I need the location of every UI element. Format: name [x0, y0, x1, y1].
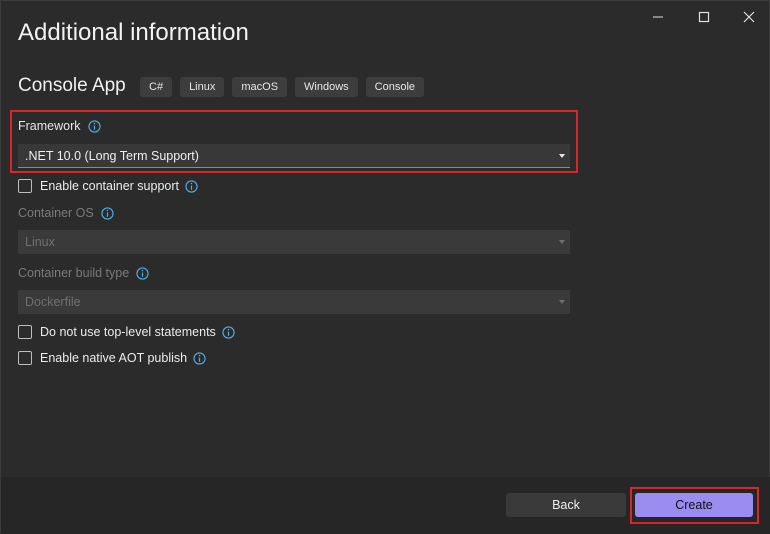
- checkbox-box[interactable]: [18, 325, 32, 339]
- chevron-down-icon: [559, 300, 565, 304]
- container-build-type-value: Dockerfile: [25, 295, 81, 309]
- container-build-type-select: Dockerfile: [18, 290, 570, 314]
- native-aot-label: Enable native AOT publish: [40, 351, 188, 365]
- close-icon: [743, 11, 755, 23]
- container-os-label: Container OS: [18, 206, 94, 220]
- info-icon[interactable]: [185, 179, 198, 193]
- container-support-label: Enable container support: [40, 179, 179, 193]
- native-aot-checkbox[interactable]: Enable native AOT publish: [18, 351, 206, 365]
- framework-select[interactable]: .NET 10.0 (Long Term Support): [18, 144, 570, 168]
- checkbox-box[interactable]: [18, 179, 32, 193]
- chevron-down-icon: [559, 154, 565, 158]
- container-build-type-label-row: Container build type: [18, 266, 149, 280]
- minimize-icon: [653, 16, 663, 18]
- info-icon[interactable]: [87, 119, 101, 133]
- tag-windows: Windows: [295, 77, 358, 97]
- close-button[interactable]: [726, 5, 770, 29]
- info-icon[interactable]: [136, 266, 149, 280]
- back-button[interactable]: Back: [506, 493, 626, 517]
- chevron-down-icon: [559, 240, 565, 244]
- container-support-checkbox[interactable]: Enable container support: [18, 179, 198, 193]
- container-os-label-row: Container OS: [18, 206, 114, 220]
- tag-console: Console: [365, 77, 425, 97]
- minimize-button[interactable]: [635, 5, 681, 29]
- template-tags: C# Linux macOS Windows Console: [140, 77, 425, 97]
- info-icon[interactable]: [193, 351, 206, 365]
- framework-label-row: Framework: [18, 119, 101, 133]
- template-name: Console App: [18, 75, 126, 96]
- maximize-button[interactable]: [681, 5, 727, 29]
- top-level-statements-label: Do not use top-level statements: [40, 325, 216, 339]
- dialog-window: Additional information Console App C# Li…: [0, 0, 770, 534]
- create-button[interactable]: Create: [635, 493, 753, 517]
- page-title: Additional information: [18, 19, 249, 46]
- tag-linux: Linux: [180, 77, 225, 97]
- checkbox-box[interactable]: [18, 351, 32, 365]
- framework-value: .NET 10.0 (Long Term Support): [25, 148, 199, 163]
- info-icon[interactable]: [101, 206, 114, 220]
- container-os-select: Linux: [18, 230, 570, 254]
- container-build-type-label: Container build type: [18, 266, 130, 280]
- container-os-value: Linux: [25, 235, 55, 249]
- top-level-statements-checkbox[interactable]: Do not use top-level statements: [18, 325, 235, 339]
- framework-label: Framework: [18, 119, 81, 133]
- maximize-icon: [698, 11, 710, 23]
- info-icon[interactable]: [222, 325, 235, 339]
- tag-csharp: C#: [140, 77, 173, 97]
- tag-macos: macOS: [232, 77, 288, 97]
